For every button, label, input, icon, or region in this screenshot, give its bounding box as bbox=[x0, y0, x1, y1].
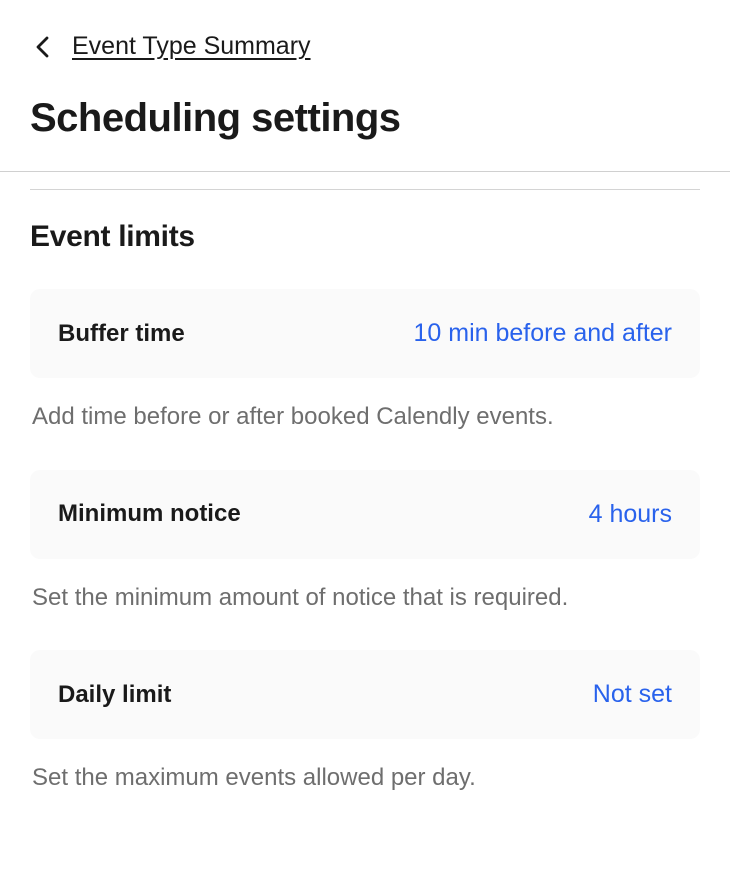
breadcrumb-link[interactable]: Event Type Summary bbox=[72, 32, 311, 61]
setting-minimum-notice: Minimum notice 4 hours Set the minimum a… bbox=[30, 470, 700, 615]
content-area: Event limits Buffer time 10 min before a… bbox=[0, 189, 730, 795]
setting-label: Buffer time bbox=[58, 320, 185, 348]
setting-card-buffer[interactable]: Buffer time 10 min before and after bbox=[30, 289, 700, 378]
setting-label: Minimum notice bbox=[58, 500, 241, 528]
setting-description: Set the maximum events allowed per day. bbox=[30, 761, 700, 795]
section-title: Event limits bbox=[30, 220, 700, 254]
setting-value: 10 min before and after bbox=[414, 319, 673, 348]
setting-card-notice[interactable]: Minimum notice 4 hours bbox=[30, 470, 700, 559]
setting-daily-limit: Daily limit Not set Set the maximum even… bbox=[30, 650, 700, 795]
page-title: Scheduling settings bbox=[30, 96, 700, 141]
page-header: Event Type Summary Scheduling settings bbox=[0, 0, 730, 172]
setting-value: 4 hours bbox=[589, 500, 672, 529]
setting-description: Set the minimum amount of notice that is… bbox=[30, 581, 700, 615]
setting-card-daily[interactable]: Daily limit Not set bbox=[30, 650, 700, 739]
setting-label: Daily limit bbox=[58, 681, 171, 709]
setting-value: Not set bbox=[593, 680, 672, 709]
breadcrumb: Event Type Summary bbox=[30, 32, 700, 61]
chevron-left-icon bbox=[35, 36, 49, 58]
divider bbox=[30, 189, 700, 190]
back-button[interactable] bbox=[30, 35, 54, 59]
setting-description: Add time before or after booked Calendly… bbox=[30, 400, 700, 434]
setting-buffer-time: Buffer time 10 min before and after Add … bbox=[30, 289, 700, 434]
